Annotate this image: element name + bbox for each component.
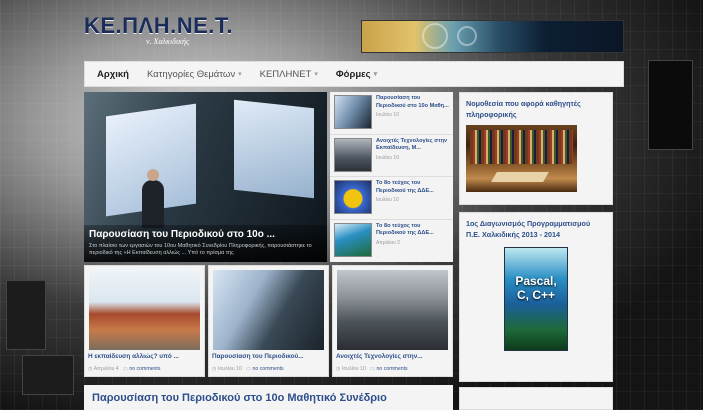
post-card-title[interactable]: Η εκπαίδευση αλλιώς? υπό ... [88,353,179,360]
post-card-image[interactable] [213,270,324,350]
list-item-date: Ιουλίου 10 [376,154,399,161]
post-thumbnail[interactable] [334,137,372,172]
list-item-date: Ιουλίου 10 [376,112,399,119]
nav-item-home[interactable]: Αρχική [97,69,129,80]
clock-icon: ◷ [88,366,93,372]
nav-item-categories[interactable]: Κατηγορίες Θεμάτων ▾ [147,69,242,80]
latest-post: Παρουσίαση του Περιοδικού στο 10ο Μαθητι… [84,385,453,410]
post-card-meta: ◷ Ιουλίου 10 ▭ no comments [212,366,284,372]
featured-title[interactable]: Παρουσίαση του Περιοδικού στο 10ο ... [89,229,322,240]
post-card-title[interactable]: Παρουσίαση του Περιοδικού... [212,353,304,360]
list-item-title[interactable]: Το 8ο τεύχος του Περιοδικού της ΔΔΕ... [376,223,450,238]
list-item-date: Ιουλίου 10 [376,197,399,204]
chevron-down-icon: ▾ [238,71,242,78]
comments-link[interactable]: no comments [253,366,284,372]
post-card-image[interactable] [337,270,448,350]
sidebar-widget [459,387,613,410]
clock-icon: ◷ [336,366,341,372]
site-title[interactable]: ΚΕ.ΠΛΗ.ΝΕ.Τ. [84,13,233,39]
post-card-title[interactable]: Ανοιχτές Τεχνολογίες στην... [336,353,423,360]
main-nav: Αρχική Κατηγορίες Θεμάτων ▾ ΚΕΠΛΗΝΕΤ ▾ Φόρ… [84,61,624,87]
featured-excerpt: Στο πλαίσιο των εργασιών του 10ου Μαθητι… [89,242,312,256]
list-item[interactable]: Παρουσίαση του Περιοδικού στο 10ο Μαθη..… [330,92,453,135]
post-thumbnail[interactable] [334,180,372,214]
circuit-chip-decoration [6,280,46,350]
latest-post-title[interactable]: Παρουσίαση του Περιοδικού στο 10ο Μαθητι… [92,392,445,404]
widget-title[interactable]: Νομοθεσία που αφορά καθηγητές πληροφορικ… [466,98,606,120]
contest-poster-image[interactable]: Pascal, C, C++ [504,247,568,352]
chevron-down-icon: ▾ [373,71,378,78]
sidebar-widget: 1ος Διαγωνισμός Προγραμματισμού Π.Ε. Χαλ… [459,212,613,382]
post-card[interactable]: Ανοιχτές Τεχνολογίες στην... ◷ Ιουλίου 1… [332,265,453,377]
list-item[interactable]: Ανοιχτές Τεχνολογίες στην Εκπαίδευση, Μ.… [330,135,453,177]
list-item-date: Απριλίου 2 [376,239,401,246]
comment-icon: ▭ [370,366,376,372]
post-thumbnail[interactable] [334,222,372,257]
list-item-title[interactable]: Παρουσίαση του Περιοδικού στο 10ο Μαθη..… [376,95,450,110]
post-cards: Η εκπαίδευση αλλιώς? υπό ... ◷ Απριλίου … [84,265,453,377]
header-banner-image [361,20,624,53]
circuit-chip-decoration [22,355,74,395]
page-edge [703,0,715,410]
comments-link[interactable]: no comments [377,366,408,372]
featured-slide[interactable]: Παρουσίαση του Περιοδικού στο 10ο ... Στ… [84,92,327,262]
projector-screen-image [234,99,314,199]
clock-icon: ◷ [212,366,217,372]
post-thumbnail[interactable] [334,95,372,129]
nav-item-forms[interactable]: Φόρμες ▾ [336,69,377,80]
comment-icon: ▭ [246,366,252,372]
library-image[interactable] [466,125,577,193]
chevron-down-icon: ▾ [314,71,318,78]
post-card[interactable]: Παρουσίαση του Περιοδικού... ◷ Ιουλίου 1… [208,265,329,377]
speaker-image [142,169,164,228]
comment-icon: ▭ [122,366,128,372]
site-logo[interactable]: ΚΕ.ΠΛΗ.ΝΕ.Τ. ν. Χαλκιδικής [84,13,233,46]
featured-caption: Παρουσίαση του Περιοδικού στο 10ο ... Στ… [84,224,327,262]
nav-item-keplinet[interactable]: ΚΕΠΛΗΝΕΤ ▾ [260,69,318,80]
site-header: ΚΕ.ΠΛΗ.ΝΕ.Τ. ν. Χαλκιδικής [84,13,624,61]
list-item-title[interactable]: Ανοιχτές Τεχνολογίες στην Εκπαίδευση, Μ.… [376,138,450,153]
post-card[interactable]: Η εκπαίδευση αλλιώς? υπό ... ◷ Απριλίου … [84,265,205,377]
sidebar-widget: Νομοθεσία που αφορά καθηγητές πληροφορικ… [459,92,613,205]
post-card-meta: ◷ Ιουλίου 10 ▭ no comments [336,366,408,372]
list-item[interactable]: Το 8ο τεύχος του Περιοδικού της ΔΔΕ... Ιο… [330,177,453,220]
poster-text: Pascal, C, C++ [515,274,557,303]
comments-link[interactable]: no comments [129,366,160,372]
recent-posts-list: Παρουσίαση του Περιοδικού στο 10ο Μαθη..… [330,92,453,262]
list-item[interactable]: Το 8ο τεύχος του Περιοδικού της ΔΔΕ... Απ… [330,220,453,263]
circuit-chip-decoration [648,60,693,150]
post-card-meta: ◷ Απριλίου 4 ▭ no comments [88,366,161,372]
widget-title[interactable]: 1ος Διαγωνισμός Προγραμματισμού Π.Ε. Χαλ… [466,218,606,240]
post-card-image[interactable] [89,270,200,350]
list-item-title[interactable]: Το 8ο τεύχος του Περιοδικού της ΔΔΕ... [376,180,450,195]
